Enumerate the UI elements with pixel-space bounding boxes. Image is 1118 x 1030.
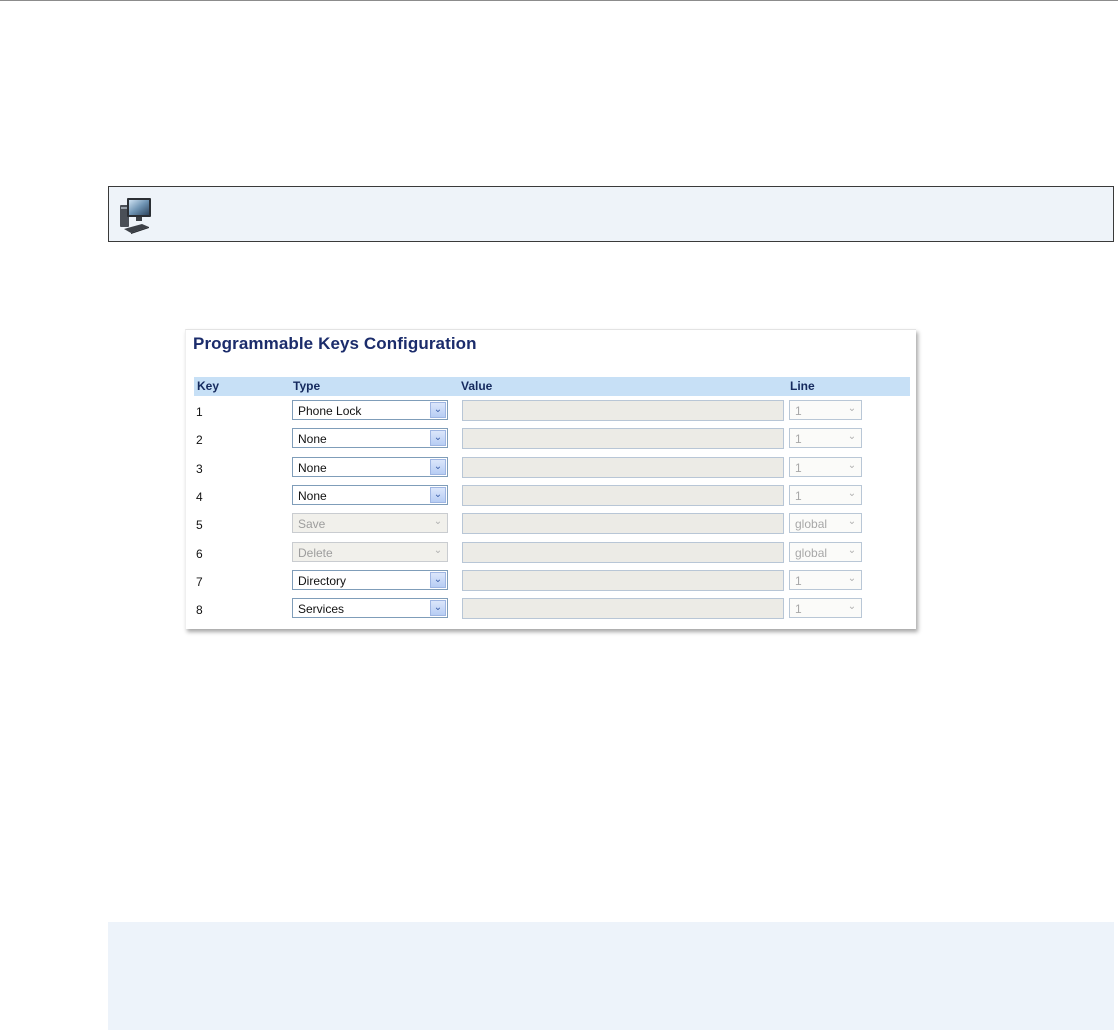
key-line-value: global: [795, 517, 828, 532]
table-row: 5 Save ⌄ global ⌄: [186, 511, 916, 539]
header-key: Key: [197, 379, 220, 393]
key-type-value: Directory: [298, 573, 347, 588]
key-number: 7: [196, 574, 203, 589]
chevron-down-icon[interactable]: ⌄: [430, 430, 446, 447]
chevron-down-icon[interactable]: ⌄: [430, 600, 446, 617]
key-number: 1: [196, 405, 203, 419]
key-type-select[interactable]: Services ⌄: [292, 598, 448, 619]
key-value-input: [462, 484, 784, 506]
key-value-input: [462, 428, 784, 450]
key-number: 6: [196, 546, 203, 561]
chevron-down-icon: ⌄: [847, 487, 857, 499]
key-line-select: 1 ⌄: [789, 598, 862, 619]
key-line-select: global ⌄: [789, 513, 862, 534]
table-row: 6 Delete ⌄ global ⌄: [186, 540, 916, 568]
header-value: Value: [461, 379, 493, 393]
panel-title: Programmable Keys Configuration: [193, 334, 477, 353]
note-box: [108, 922, 1114, 1030]
key-type-value: None: [298, 488, 327, 503]
key-value-input: [462, 541, 784, 563]
info-bar: [108, 186, 1114, 242]
key-type-value: None: [298, 460, 327, 475]
header-line: Line: [790, 379, 815, 393]
chevron-down-icon: ⌄: [847, 544, 857, 556]
chevron-down-icon: ⌄: [847, 459, 857, 471]
key-line-value: 1: [795, 460, 802, 475]
chevron-down-icon[interactable]: ⌄: [430, 458, 446, 475]
chevron-down-icon: ⌄: [847, 572, 857, 584]
key-number: 8: [196, 603, 203, 618]
key-line-select: 1 ⌄: [789, 569, 862, 590]
key-type-value: Services: [298, 602, 345, 617]
chevron-down-icon: ⌄: [433, 516, 443, 528]
key-number: 5: [196, 518, 203, 533]
chevron-down-icon[interactable]: ⌄: [430, 486, 446, 503]
key-line-value: 1: [795, 432, 802, 447]
key-type-select: Save ⌄: [292, 513, 448, 534]
computer-monitor-icon: [120, 198, 151, 234]
programmable-keys-panel: Programmable Keys Configuration Key Type…: [185, 329, 916, 629]
key-type-select[interactable]: Phone Lock ⌄: [292, 400, 448, 420]
chevron-down-icon: ⌄: [847, 601, 857, 613]
key-type-select[interactable]: None ⌄: [292, 484, 448, 505]
top-divider: [0, 0, 1118, 1]
key-value-input: [462, 569, 784, 591]
header-type: Type: [293, 379, 321, 393]
key-line-value: 1: [795, 602, 802, 617]
key-value-input: [462, 456, 784, 478]
chevron-down-icon[interactable]: ⌄: [430, 402, 446, 418]
chevron-down-icon: ⌄: [847, 403, 857, 414]
key-line-select: 1 ⌄: [789, 484, 862, 505]
key-type-value: None: [298, 432, 327, 447]
chevron-down-icon[interactable]: ⌄: [430, 571, 446, 588]
key-line-value: 1: [795, 404, 802, 418]
key-line-value: 1: [795, 573, 802, 588]
table-row: 7 Directory ⌄ 1 ⌄: [186, 568, 916, 596]
chevron-down-icon: ⌄: [433, 544, 443, 556]
table-row: 1 Phone Lock ⌄ 1 ⌄: [186, 398, 916, 426]
key-type-value: Save: [298, 517, 326, 532]
key-type-select: Delete ⌄: [292, 541, 448, 562]
table-row: 2 None ⌄ 1 ⌄: [186, 426, 916, 454]
key-number: 3: [196, 461, 203, 476]
key-line-select: 1 ⌄: [789, 456, 862, 477]
key-value-input: [462, 400, 784, 421]
key-value-input: [462, 598, 784, 620]
key-type-value: Delete: [298, 545, 333, 560]
key-number: 2: [196, 433, 203, 448]
key-line-value: global: [795, 545, 828, 560]
table-header: Key Type Value Line: [194, 377, 910, 396]
key-type-select[interactable]: None ⌄: [292, 456, 448, 477]
key-type-select[interactable]: Directory ⌄: [292, 569, 448, 590]
key-line-select: global ⌄: [789, 541, 862, 562]
table-row: 4 None ⌄ 1 ⌄: [186, 483, 916, 511]
key-line-select: 1 ⌄: [789, 428, 862, 449]
key-line-value: 1: [795, 488, 802, 503]
table-row: 3 None ⌄ 1 ⌄: [186, 455, 916, 483]
key-line-select: 1 ⌄: [789, 400, 862, 420]
chevron-down-icon: ⌄: [847, 516, 857, 528]
chevron-down-icon: ⌄: [847, 431, 857, 443]
key-type-select[interactable]: None ⌄: [292, 428, 448, 449]
key-number: 4: [196, 489, 203, 504]
key-value-input: [462, 513, 784, 535]
table-row: 8 Services ⌄ 1 ⌄: [186, 596, 916, 624]
key-type-value: Phone Lock: [298, 404, 362, 418]
